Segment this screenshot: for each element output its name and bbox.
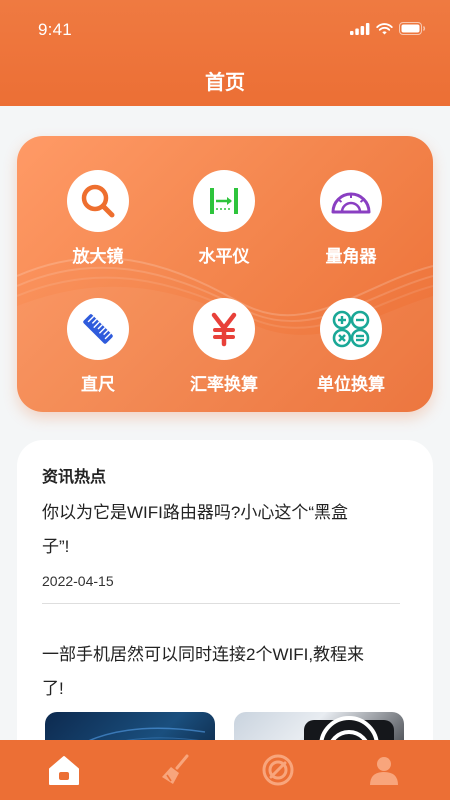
- tab-home[interactable]: [24, 740, 104, 800]
- tool-protractor[interactable]: 量角器: [291, 170, 411, 267]
- profile-icon: [370, 757, 398, 785]
- tool-label: 汇率换算: [190, 375, 258, 394]
- page-title: 首页: [205, 72, 245, 94]
- header: 9:41 首页: [0, 0, 450, 106]
- tool-magnifier[interactable]: 放大镜: [38, 170, 158, 267]
- tool-ruler[interactable]: 直尺: [38, 298, 158, 395]
- status-icons: [350, 22, 426, 35]
- wifi-icon: [376, 22, 393, 34]
- calculator-icon: [320, 298, 382, 360]
- tool-label: 水平仪: [198, 247, 250, 266]
- news-heading: 资讯热点: [42, 469, 107, 486]
- tool-label: 单位换算: [317, 375, 385, 394]
- magnifier-icon: [67, 170, 129, 232]
- status-bar: 9:41: [0, 0, 450, 58]
- clean-brush-icon: [162, 754, 189, 784]
- signal-icon: [350, 22, 370, 35]
- protractor-icon: [320, 170, 382, 232]
- tab-speed-test[interactable]: [238, 740, 318, 800]
- battery-icon: [399, 22, 426, 35]
- tool-unit-conversion[interactable]: 单位换算: [291, 298, 411, 395]
- tab-bar: [0, 740, 450, 800]
- ruler-icon: [67, 298, 129, 360]
- status-time: 9:41: [38, 20, 72, 39]
- home-icon: [49, 756, 79, 785]
- news-card: 资讯热点 你以为它是WIFI路由器吗?小心这个“黑盒 子”! 2022-04-1…: [17, 440, 433, 780]
- news-title-line: 了!: [42, 679, 64, 698]
- news-item-title[interactable]: 一部手机居然可以同时连接2个WIFI,教程来 了!: [42, 638, 412, 706]
- tool-exchange-rate[interactable]: 汇率换算: [164, 298, 284, 395]
- divider: [42, 603, 400, 604]
- news-item-title[interactable]: 你以为它是WIFI路由器吗?小心这个“黑盒 子”!: [42, 496, 412, 564]
- tool-label: 量角器: [325, 247, 377, 266]
- news-title-line: 子”!: [42, 537, 70, 556]
- news-title-line: 一部手机居然可以同时连接2个WIFI,教程来: [42, 645, 365, 664]
- yuan-icon: [193, 298, 255, 360]
- tab-clean[interactable]: [136, 740, 216, 800]
- news-date: 2022-04-15: [42, 573, 114, 589]
- tools-card: 放大镜 水平仪 量角器 直尺 汇率换算 单位换算: [17, 136, 433, 412]
- tool-label: 直尺: [81, 375, 115, 394]
- level-icon: [193, 170, 255, 232]
- tab-profile[interactable]: [344, 740, 424, 800]
- tool-label: 放大镜: [72, 247, 124, 266]
- news-title-line: 你以为它是WIFI路由器吗?小心这个“黑盒: [42, 503, 348, 522]
- speed-test-icon: [262, 754, 294, 786]
- tool-level[interactable]: 水平仪: [164, 170, 284, 267]
